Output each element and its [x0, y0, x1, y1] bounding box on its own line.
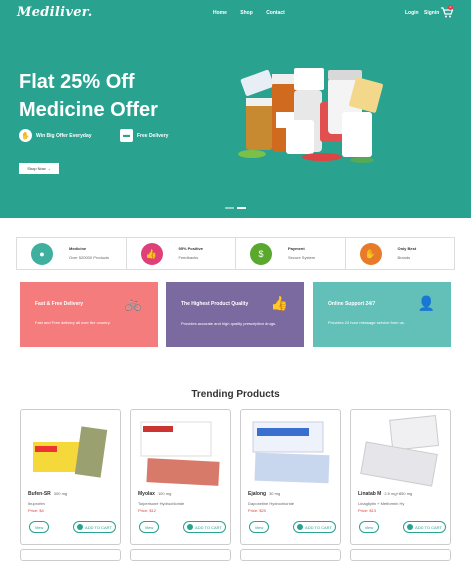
view-button[interactable]: View: [139, 521, 159, 533]
add-to-cart-button[interactable]: ADD TO CART: [73, 521, 116, 533]
login-link[interactable]: Login: [405, 10, 419, 16]
product-card[interactable]: Linatab M 2.5 mg+850 mg Linagliptin + Met…: [350, 409, 451, 545]
info-medicine: ● Medicine Over 520000 Products: [17, 238, 127, 269]
section-title: Trending Products: [191, 389, 280, 400]
hero-title-line2: Medicine Offer: [19, 99, 158, 121]
auth-links: Login Signin: [405, 10, 439, 16]
product-image: [140, 421, 220, 486]
carousel-dots: [225, 207, 246, 209]
navbar: Mediliver. Home Shop Contact Login Signi…: [0, 0, 471, 28]
support-agent-icon: 👤: [417, 295, 435, 311]
hero-feature-delivery: ▬ Free Delivery: [120, 129, 168, 142]
add-to-cart-button[interactable]: ADD TO CART: [403, 521, 446, 533]
shop-now-button[interactable]: Shop Now →: [19, 163, 59, 174]
view-button[interactable]: View: [29, 521, 49, 533]
handshake-icon: ✋: [359, 243, 382, 265]
product-image: [252, 421, 330, 484]
hand-coin-icon: ✋: [19, 129, 32, 142]
hero-feature-offer: ✋ Win Big Offer Everyday: [19, 129, 92, 142]
product-image: [360, 415, 440, 487]
cart-icon: [187, 524, 194, 530]
product-card[interactable]: Myolax 100 mg Tolperisone Hydrochloride P…: [130, 409, 231, 545]
card-quality: The Highest Product Quality Provides acc…: [166, 282, 304, 347]
product-card[interactable]: [20, 549, 121, 561]
card-support: Online Support 24/7 Provides 24 hour mes…: [313, 282, 451, 347]
card-delivery: Fast & Free Delivery Fast and Free deliv…: [20, 282, 158, 347]
cart-icon: [77, 524, 84, 530]
product-card[interactable]: Ejalong 30 mg Dapoxetine Hydrochloride Pr…: [240, 409, 341, 545]
bicycle-icon: 🚲: [124, 295, 142, 311]
product-card[interactable]: [350, 549, 451, 561]
nav-contact[interactable]: Contact: [266, 10, 285, 16]
add-to-cart-button[interactable]: ADD TO CART: [293, 521, 336, 533]
pills-icon: ●: [31, 243, 53, 265]
signup-link[interactable]: Signin: [424, 10, 439, 16]
medicine-bottles-illustration: [238, 68, 383, 163]
product-card[interactable]: Bufen-SR 300 mg Ibuprofen Price: $4 View …: [20, 409, 121, 545]
info-brands: ✋ Only Best Brands: [346, 238, 455, 269]
dollar-icon: $: [250, 243, 272, 265]
carousel-dot-active[interactable]: [237, 207, 246, 209]
nav-shop[interactable]: Shop: [240, 10, 253, 16]
hero-banner: Mediliver. Home Shop Contact Login Signi…: [0, 0, 471, 218]
view-button[interactable]: View: [249, 521, 269, 533]
carousel-dot[interactable]: [225, 207, 234, 209]
hero-title: Flat 25% Off Medicine Offer: [19, 68, 219, 124]
cart-icon: [407, 524, 414, 530]
hero-title-line1: Flat 25% Off: [19, 71, 135, 93]
info-bar: ● Medicine Over 520000 Products 👍 95% Po…: [16, 237, 455, 270]
logo[interactable]: Mediliver.: [17, 5, 93, 20]
info-feedback: 👍 95% Positive Feedbacks: [127, 238, 236, 269]
add-to-cart-button[interactable]: ADD TO CART: [183, 521, 226, 533]
view-button[interactable]: View: [359, 521, 379, 533]
info-payment: $ Payment Secure System: [236, 238, 346, 269]
product-card[interactable]: [130, 549, 231, 561]
thumbs-up-icon: 👍: [270, 295, 288, 311]
product-card[interactable]: [240, 549, 341, 561]
thumbs-up-icon: 👍: [140, 243, 163, 265]
product-image: [33, 426, 108, 478]
cart-count-badge: 0: [448, 5, 453, 10]
nav-links: Home Shop Contact: [213, 10, 297, 16]
nav-home[interactable]: Home: [213, 10, 227, 16]
truck-icon: ▬: [120, 129, 133, 142]
cart-icon: [297, 524, 304, 530]
